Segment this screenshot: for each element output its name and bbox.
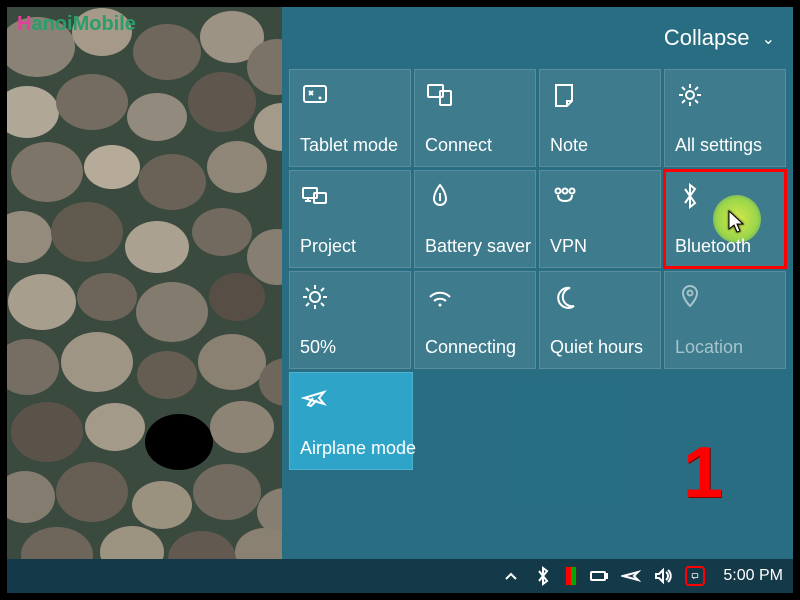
desktop-viewport: HanoiMobile Collapse ⌄ Tablet mode Conne… xyxy=(7,7,793,593)
note-icon xyxy=(550,80,580,110)
tray-volume-icon[interactable] xyxy=(653,566,673,586)
battery-saver-icon xyxy=(425,181,455,211)
project-icon xyxy=(300,181,330,211)
tile-wifi-connecting[interactable]: Connecting xyxy=(414,271,536,369)
tile-airplane-mode[interactable]: Airplane mode xyxy=(289,372,413,470)
tile-brightness[interactable]: 50% xyxy=(289,271,411,369)
screenshot-frame: HanoiMobile Collapse ⌄ Tablet mode Conne… xyxy=(0,0,800,600)
brightness-icon xyxy=(300,282,330,312)
tray-airplane-icon[interactable] xyxy=(621,566,641,586)
tile-label: Bluetooth xyxy=(675,236,751,257)
tray-battery-icon[interactable] xyxy=(589,566,609,586)
tile-quiet-hours[interactable]: Quiet hours xyxy=(539,271,661,369)
tile-label: Airplane mode xyxy=(300,438,416,459)
gear-icon xyxy=(675,80,705,110)
wifi-icon xyxy=(425,282,455,312)
tile-label: Tablet mode xyxy=(300,135,398,156)
quick-action-tiles: Tablet mode Connect Note All settings xyxy=(289,69,786,473)
connect-icon xyxy=(425,80,455,110)
bluetooth-icon xyxy=(675,181,705,211)
tile-label: Project xyxy=(300,236,356,257)
tray-action-center-icon[interactable] xyxy=(685,566,705,586)
tile-bluetooth[interactable]: Bluetooth xyxy=(664,170,786,268)
tile-tablet-mode[interactable]: Tablet mode xyxy=(289,69,411,167)
annotation-1: 1 xyxy=(683,432,723,514)
tablet-mode-icon xyxy=(300,80,330,110)
tile-label: Location xyxy=(675,337,743,358)
tray-battery-indicator xyxy=(565,566,577,586)
desktop-wallpaper xyxy=(7,7,282,567)
tile-label: Note xyxy=(550,135,588,156)
watermark-logo: HanoiMobile xyxy=(17,13,136,36)
location-icon xyxy=(675,282,705,312)
tile-note[interactable]: Note xyxy=(539,69,661,167)
taskbar: 5:00 PM xyxy=(7,559,793,593)
tile-project[interactable]: Project xyxy=(289,170,411,268)
collapse-button[interactable]: Collapse ⌄ xyxy=(664,25,775,51)
tile-label: Battery saver xyxy=(425,236,531,257)
taskbar-clock[interactable]: 5:00 PM xyxy=(723,567,783,585)
tray-chevron-icon[interactable] xyxy=(501,566,521,586)
tile-label: VPN xyxy=(550,236,587,257)
quiet-hours-icon xyxy=(550,282,580,312)
chevron-down-icon: ⌄ xyxy=(762,29,775,49)
tile-label: All settings xyxy=(675,135,762,156)
tile-label: Quiet hours xyxy=(550,337,643,358)
tile-location[interactable]: Location xyxy=(664,271,786,369)
tile-label: Connecting xyxy=(425,337,516,358)
tile-vpn[interactable]: VPN xyxy=(539,170,661,268)
tile-battery-saver[interactable]: Battery saver xyxy=(414,170,536,268)
tray-bluetooth-icon[interactable] xyxy=(533,566,553,586)
vpn-icon xyxy=(550,181,580,211)
tile-all-settings[interactable]: All settings xyxy=(664,69,786,167)
tile-label: 50% xyxy=(300,337,336,358)
collapse-label: Collapse xyxy=(664,25,750,50)
action-center-panel: Collapse ⌄ Tablet mode Connect xyxy=(282,7,793,559)
airplane-icon xyxy=(300,383,330,413)
tile-connect[interactable]: Connect xyxy=(414,69,536,167)
tile-label: Connect xyxy=(425,135,492,156)
